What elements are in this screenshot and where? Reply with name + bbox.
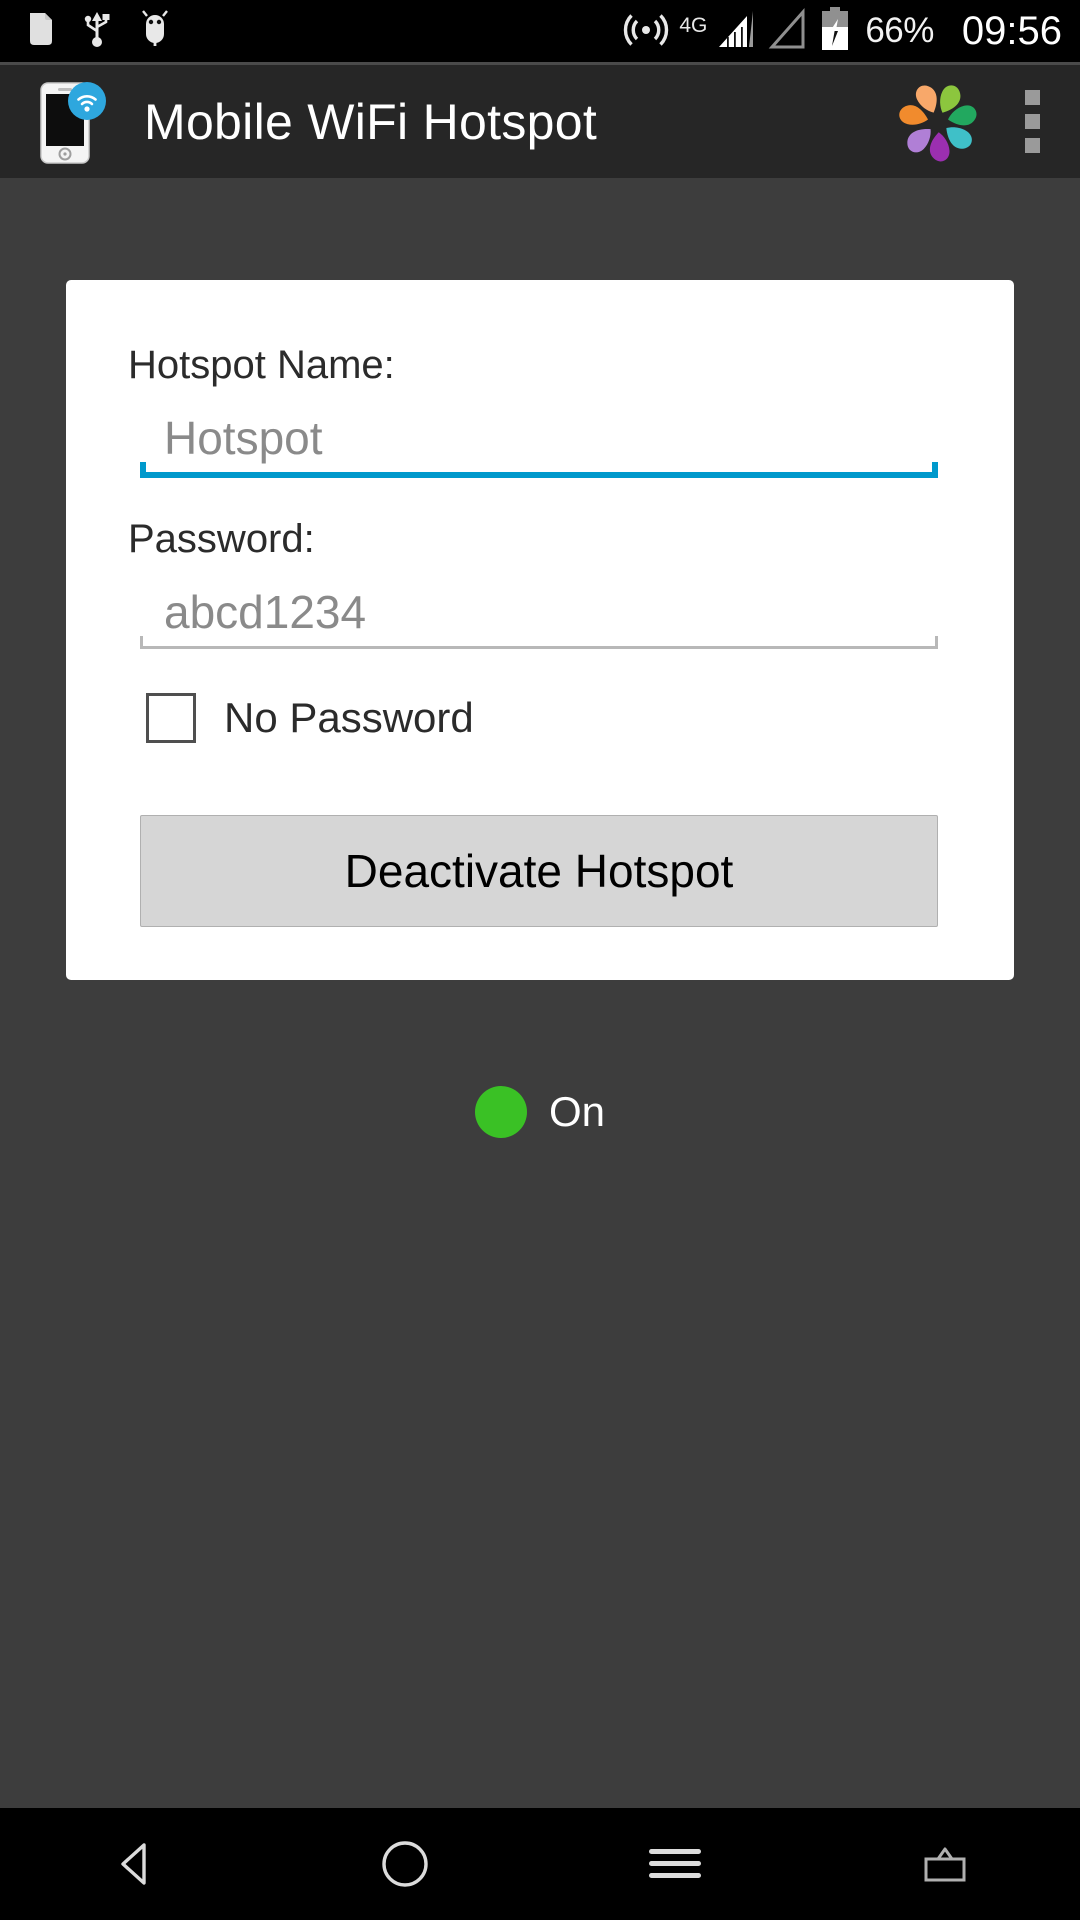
phone-wifi-icon [40, 79, 106, 165]
status-bar-right-icons: 4G 66% 09:56 [623, 6, 1062, 57]
pinwheel-logo[interactable] [892, 76, 984, 168]
no-password-checkbox-row[interactable]: No Password [146, 693, 952, 743]
overflow-menu-icon[interactable] [984, 65, 1080, 178]
hotspot-status-row: On [0, 1086, 1080, 1138]
nav-home-button[interactable] [270, 1808, 540, 1920]
document-icon [28, 11, 54, 52]
battery-percent-label: 66% [865, 11, 934, 50]
password-value: abcd1234 [164, 586, 367, 638]
deactivate-hotspot-button[interactable]: Deactivate Hotspot [140, 815, 938, 927]
android-debug-icon [140, 9, 170, 53]
hotspot-icon [623, 6, 669, 57]
password-input[interactable]: abcd1234 [140, 584, 938, 649]
battery-charging-icon [819, 6, 851, 57]
signal-empty-icon [767, 7, 809, 56]
no-password-label: No Password [224, 694, 474, 741]
usb-icon [82, 10, 112, 53]
status-indicator-label: On [548, 1088, 606, 1135]
navigation-bar [0, 1808, 1080, 1920]
hotspot-name-input[interactable]: Hotspot [140, 410, 938, 478]
hotspot-settings-card: Hotspot Name: Hotspot Password: abcd1234… [66, 280, 1014, 980]
hotspot-name-label: Hotspot Name: [128, 343, 395, 387]
hotspot-name-value: Hotspot [164, 412, 323, 464]
password-underline [140, 636, 938, 649]
status-bar-left-icons [28, 9, 170, 53]
no-password-checkbox[interactable] [146, 693, 196, 743]
status-indicator-dot [474, 1086, 527, 1138]
content-area: Hotspot Name: Hotspot Password: abcd1234… [0, 178, 1080, 1808]
hotspot-name-underline [140, 462, 938, 478]
clock-label: 09:56 [961, 8, 1062, 53]
overflow-dot [1024, 138, 1040, 153]
signal-bars-icon [713, 7, 757, 56]
app-bar: Mobile WiFi Hotspot [0, 65, 1080, 178]
nav-back-button[interactable] [0, 1808, 270, 1920]
app-title: Mobile WiFi Hotspot [144, 93, 598, 150]
status-bar[interactable]: 4G 66% 09:56 [0, 0, 1080, 62]
overflow-dot [1024, 90, 1040, 105]
network-type-label: 4G [679, 13, 708, 37]
password-label: Password: [128, 517, 315, 561]
overflow-dot [1024, 114, 1040, 129]
nav-recents-button[interactable] [810, 1808, 1080, 1920]
nav-menu-button[interactable] [540, 1808, 810, 1920]
